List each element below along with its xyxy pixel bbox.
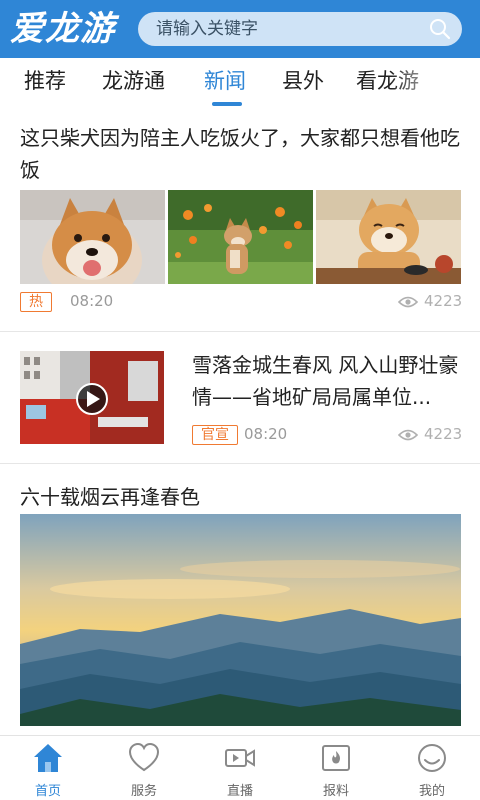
video-thumbnail[interactable] (20, 351, 164, 444)
tab-recommend[interactable]: 推荐 (24, 58, 66, 112)
smiley-icon (418, 744, 446, 772)
article-title[interactable]: 这只柴犬因为陪主人吃饭火了，大家都只想看他吃饭 (20, 122, 460, 186)
active-tab-indicator (212, 102, 242, 106)
view-count: 4223 (424, 425, 463, 443)
app-header: 爱龙游 请输入关键字 (0, 0, 480, 58)
nav-home[interactable]: 首页 (0, 736, 96, 800)
tabs-fade-overlay (390, 58, 480, 112)
home-icon (34, 744, 62, 772)
category-tabs: 推荐 龙游通 新闻 县外 看龙游 专 (0, 58, 480, 112)
nav-label: 报料 (322, 784, 349, 799)
video-camera-icon (225, 749, 255, 767)
report-fire-icon (322, 745, 350, 771)
divider (0, 331, 480, 332)
official-tag: 官宣 (192, 425, 238, 445)
search-icon[interactable] (428, 17, 452, 41)
hot-tag: 热 (20, 292, 52, 312)
nav-service[interactable]: 服务 (96, 736, 192, 800)
article-image-mountains[interactable] (20, 514, 461, 726)
nav-live[interactable]: 直播 (192, 736, 288, 800)
nav-label: 服务 (130, 784, 157, 799)
article-image-shiba-table[interactable] (316, 190, 461, 284)
tab-outside-county[interactable]: 县外 (282, 58, 324, 112)
article-image-shiba-flowers[interactable] (168, 190, 313, 284)
article-time: 08:20 (70, 292, 114, 310)
article-image-shiba-face[interactable] (20, 190, 165, 284)
nav-report[interactable]: 报料 (288, 736, 384, 800)
article-title[interactable]: 雪落金城生春风 风入山野壮豪情——省地矿局局属单位... (192, 349, 462, 413)
search-bar[interactable]: 请输入关键字 (138, 12, 462, 46)
article-time: 08:20 (244, 425, 288, 443)
search-input[interactable]: 请输入关键字 (156, 12, 258, 46)
app-logo[interactable]: 爱龙游 (10, 6, 115, 52)
heart-icon (128, 742, 160, 772)
bottom-navigation: 首页 服务 直播 报料 我的 (0, 735, 480, 800)
tab-longyoutong[interactable]: 龙游通 (102, 58, 165, 112)
nav-label: 首页 (34, 784, 61, 799)
nav-label: 直播 (226, 784, 253, 799)
divider (0, 463, 480, 464)
view-count: 4223 (424, 292, 463, 310)
eye-icon (398, 296, 418, 308)
eye-icon (398, 429, 418, 441)
nav-mine[interactable]: 我的 (384, 736, 480, 800)
article-title[interactable]: 六十载烟云再逢春色 (20, 482, 200, 512)
nav-label: 我的 (418, 784, 445, 799)
